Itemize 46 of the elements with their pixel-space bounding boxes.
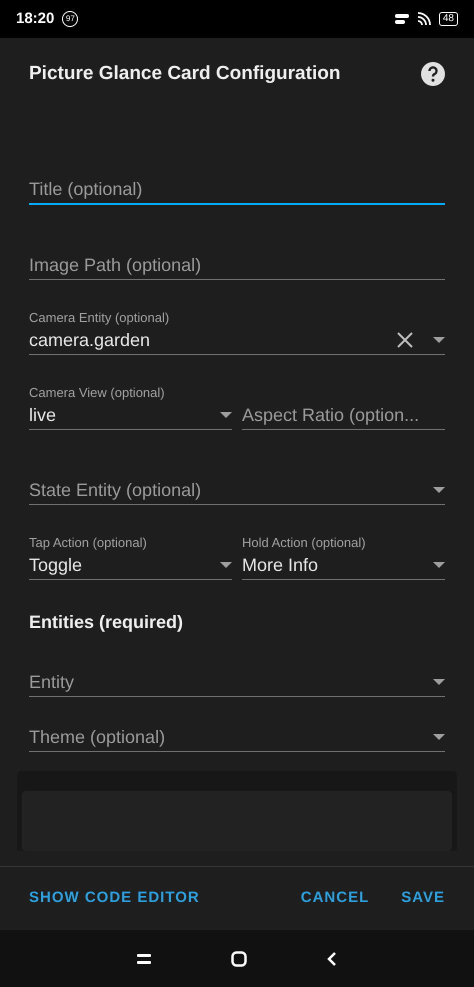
show-code-editor-button[interactable]: SHOW CODE EDITOR	[29, 887, 200, 910]
field-placeholder: Entity	[29, 670, 76, 694]
text-field[interactable]: Hold Action (optional) More Info	[242, 530, 445, 580]
dropdown-caret-icon[interactable]	[433, 679, 445, 685]
field-placeholder: Theme (optional)	[29, 726, 166, 749]
menu-icon[interactable]	[137, 952, 151, 964]
dropdown-caret-icon[interactable]	[433, 562, 445, 568]
field-label: Camera Entity (optional)	[29, 310, 170, 326]
text-field[interactable]: Title (optional)	[29, 155, 445, 205]
text-field[interactable]: Theme (optional)	[29, 723, 445, 752]
field-value: More Info	[242, 554, 320, 576]
text-field[interactable]: Camera Entity (optional) camera.garden	[29, 305, 445, 355]
help-icon[interactable]	[421, 62, 445, 86]
text-field[interactable]: Camera View (optional) live	[29, 380, 232, 430]
text-field[interactable]: Aspect Ratio (option...	[242, 380, 445, 430]
field-placeholder: Title (optional)	[29, 178, 144, 201]
dialog-title: Picture Glance Card Configuration	[29, 62, 340, 86]
field-value: camera.garden	[29, 328, 152, 352]
back-icon[interactable]	[327, 952, 337, 966]
field-placeholder: State Entity (optional)	[29, 478, 202, 502]
section-heading: Entities (required)	[29, 610, 184, 634]
field-label: Camera View (optional)	[29, 385, 166, 401]
field-placeholder: Aspect Ratio (option...	[242, 404, 420, 427]
text-field[interactable]: Tap Action (optional) Toggle	[29, 530, 232, 580]
dialog-action-button[interactable]: SAVE	[401, 887, 445, 910]
battery-indicator: 48	[438, 12, 458, 26]
dropdown-caret-icon[interactable]	[433, 734, 445, 740]
home-icon[interactable]	[231, 950, 247, 966]
dropdown-caret-icon[interactable]	[220, 412, 232, 418]
field-label: Hold Action (optional)	[242, 535, 367, 551]
field-value: live	[29, 404, 58, 426]
notification-badge: 97	[62, 11, 78, 27]
field-placeholder: Image Path (optional)	[29, 254, 202, 277]
text-field[interactable]: State Entity (optional)	[29, 455, 445, 505]
field-label: Tap Action (optional)	[29, 535, 148, 551]
text-field[interactable]: Image Path (optional)	[29, 230, 445, 280]
dropdown-caret-icon[interactable]	[220, 562, 232, 568]
text-field[interactable]: Entity	[29, 668, 445, 697]
clear-icon[interactable]	[397, 332, 413, 348]
clock: 18:20	[16, 8, 54, 29]
dropdown-caret-icon[interactable]	[433, 487, 445, 493]
wifi-icon	[416, 12, 431, 26]
dropdown-caret-icon[interactable]	[433, 337, 445, 343]
field-value: Toggle	[29, 554, 84, 577]
dialog-action-button[interactable]: CANCEL	[300, 887, 370, 910]
signal-icon	[394, 13, 409, 25]
